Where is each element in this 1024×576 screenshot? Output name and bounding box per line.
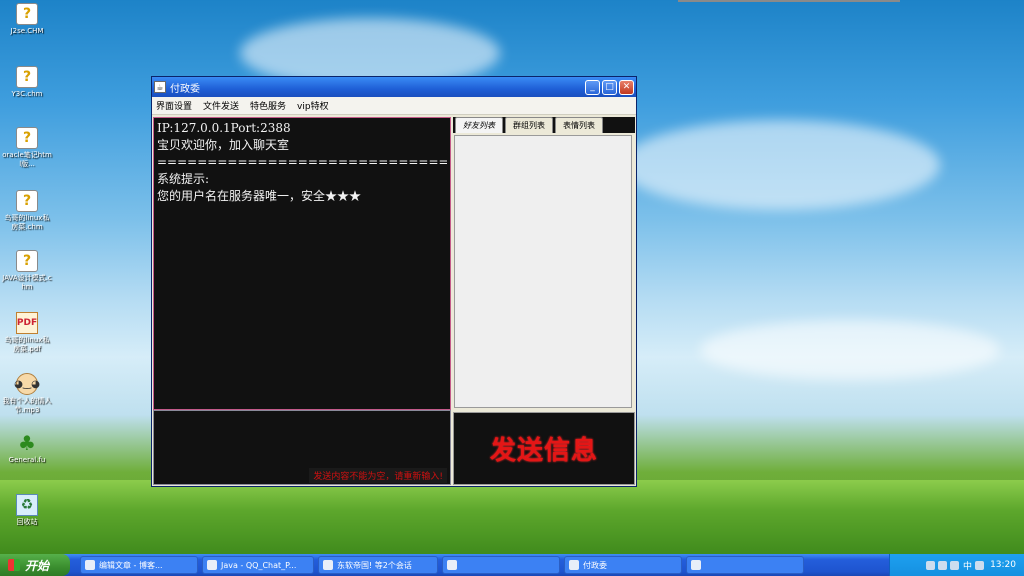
java-icon [447, 560, 457, 570]
tab-groups[interactable]: 群组列表 [505, 117, 553, 133]
chat-window[interactable]: ☕ 付政委 _ □ ✕ 界面设置 文件发送 特色服务 vip特权 IP:127.… [151, 76, 637, 487]
taskbar-button-chat-window[interactable]: 付政委 [564, 556, 682, 574]
menu-special-services[interactable]: 特色服务 [250, 99, 286, 112]
desktop-icon-mp3[interactable]: ◕‿◕ 我有个人的情人节.mp3 [2, 373, 52, 415]
desktop-icon-label: General.fu [8, 456, 46, 464]
desktop-icon-label: 鸟哥的linux私房菜.chm [4, 214, 50, 231]
recycle-bin-icon: ♻ [16, 494, 38, 516]
chm-icon: ? [16, 3, 38, 25]
network-icon[interactable] [926, 560, 936, 570]
system-tray: 中 13:20 [889, 554, 1024, 576]
taskbar: 开始 编辑文章 - 博客... Java - QQ_Chat_P... 东软帝国… [0, 554, 1024, 576]
taskbar-button-eclipse[interactable]: Java - QQ_Chat_P... [202, 556, 314, 574]
taskbar-button-java-2[interactable] [686, 556, 804, 574]
chm-icon: ? [16, 127, 38, 149]
taskbar-button-java-1[interactable] [442, 556, 560, 574]
desktop-icon-label: Y3C.chm [11, 90, 43, 98]
pdf-icon: PDF [16, 312, 38, 334]
java-icon [691, 560, 701, 570]
face-icon: ◕‿◕ [14, 373, 40, 395]
contacts-tabs: 好友列表 群组列表 表情列表 [453, 117, 635, 133]
tab-emoticons[interactable]: 表情列表 [555, 117, 603, 133]
tab-friends[interactable]: 好友列表 [455, 117, 503, 133]
chat-line: 您的用户名在服务器唯一，安全★★★ [157, 189, 362, 203]
friends-list[interactable] [454, 135, 632, 408]
chat-line: 系统提示: [157, 172, 210, 186]
minimize-button[interactable]: _ [585, 79, 600, 95]
chat-line: 宝贝欢迎你，加入聊天室 [157, 138, 290, 152]
desktop-icon-linux-pdf[interactable]: PDF 鸟哥的linux私房菜.pdf [2, 312, 52, 354]
taskbar-button-qq[interactable]: 东软帝国! 等2个会话 [318, 556, 438, 574]
taskbar-button-label: 编辑文章 - 博客... [99, 560, 163, 570]
desktop-icon-linux-chm[interactable]: ? 鸟哥的linux私房菜.chm [2, 190, 52, 232]
message-input[interactable]: 发送内容不能为空，请重新输入! [153, 410, 451, 485]
empty-message-warning: 发送内容不能为空，请重新输入! [309, 468, 447, 483]
desktop-icon-y3c[interactable]: ? Y3C.chm [2, 66, 52, 99]
windows-logo-icon [8, 559, 20, 571]
contacts-panel: 好友列表 群组列表 表情列表 [453, 117, 635, 410]
desktop-icon-label: oracle笔记html版... [2, 151, 52, 168]
start-button[interactable]: 开始 [0, 554, 70, 576]
chat-line: IP:127.0.0.1Port:2388 [157, 121, 291, 135]
taskbar-button-label: 付政委 [583, 560, 607, 570]
send-message-button[interactable]: 发送信息 [490, 430, 598, 467]
tree-icon: ♣ [18, 431, 36, 455]
desktop-icon-general[interactable]: ♣ General.fu [2, 431, 52, 465]
ime-indicator[interactable]: 中 [963, 559, 972, 572]
maximize-button[interactable]: □ [602, 79, 617, 95]
volume-icon[interactable] [938, 560, 948, 570]
desktop-icon-label: J2se.CHM [10, 27, 44, 35]
desktop-icon-label: JAVA设计模式.chm [2, 274, 52, 291]
desktop-icon-label: 我有个人的情人节.mp3 [2, 397, 52, 414]
ie-icon [85, 560, 95, 570]
clock: 13:20 [990, 560, 1016, 570]
start-label: 开始 [25, 558, 50, 573]
chat-message-area[interactable]: IP:127.0.0.1Port:2388 宝贝欢迎你，加入聊天室 ======… [153, 117, 451, 410]
qq-icon [323, 560, 333, 570]
menu-bar: 界面设置 文件发送 特色服务 vip特权 [152, 97, 636, 115]
taskbar-button-browser[interactable]: 编辑文章 - 博客... [80, 556, 198, 574]
send-panel: 发送信息 [453, 412, 635, 485]
desktop-icon-java-patterns[interactable]: ? JAVA设计模式.chm [2, 250, 52, 292]
chm-icon: ? [16, 66, 38, 88]
close-button[interactable]: ✕ [619, 79, 634, 95]
taskbar-button-label: 东软帝国! 等2个会话 [337, 560, 412, 570]
chm-icon: ? [16, 190, 38, 212]
chat-line: ==================================== [157, 155, 447, 169]
taskbar-button-label: Java - QQ_Chat_P... [221, 560, 297, 570]
menu-interface-settings[interactable]: 界面设置 [156, 99, 192, 112]
security-icon[interactable] [975, 560, 985, 570]
window-title: 付政委 [170, 83, 200, 95]
qq-tray-icon[interactable] [950, 560, 960, 570]
menu-vip[interactable]: vip特权 [297, 99, 329, 112]
eclipse-icon [207, 560, 217, 570]
desktop-icon-oracle[interactable]: ? oracle笔记html版... [2, 127, 52, 169]
desktop-icon-recycle-bin[interactable]: ♻ 回收站 [2, 494, 52, 527]
java-icon [569, 560, 579, 570]
window-titlebar[interactable]: ☕ 付政委 _ □ ✕ [152, 77, 636, 97]
java-app-icon: ☕ [154, 81, 166, 93]
desktop-icon-label: 鸟哥的linux私房菜.pdf [4, 336, 50, 353]
desktop-icon-label: 回收站 [16, 518, 38, 526]
menu-file-send[interactable]: 文件发送 [203, 99, 239, 112]
desktop-grass [0, 480, 1024, 556]
chm-icon: ? [16, 250, 38, 272]
top-window-edge [678, 0, 900, 2]
desktop-icon-j2se[interactable]: ? J2se.CHM [2, 3, 52, 36]
